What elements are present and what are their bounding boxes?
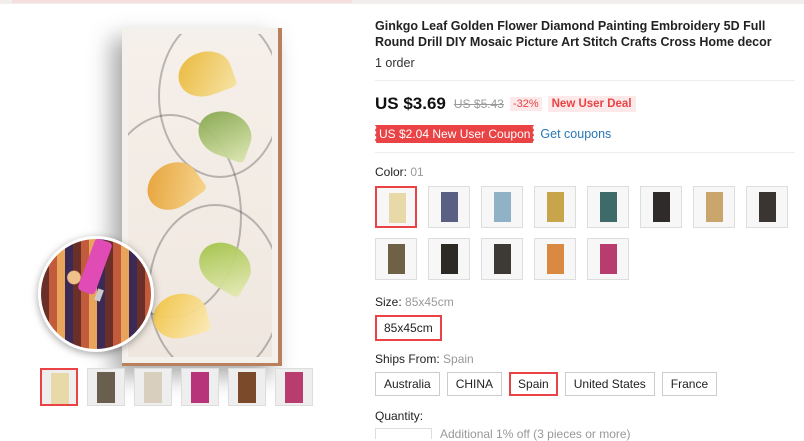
color-swatch-12[interactable] — [534, 238, 576, 280]
selected-size-value: 85x45cm — [405, 295, 454, 309]
color-label: Color: 01 — [375, 165, 424, 179]
quantity-stepper[interactable] — [375, 428, 432, 439]
order-count: 1 order — [375, 56, 415, 70]
discount-badge: -32% — [509, 97, 542, 111]
ships-from-china[interactable]: CHINA — [446, 372, 503, 396]
color-swatch-04[interactable] — [534, 186, 576, 228]
ships-from-label: Ships From: Spain — [375, 352, 474, 366]
quantity-label: Quantity: — [375, 409, 424, 423]
gallery-thumb-5[interactable] — [228, 368, 266, 406]
original-price: US $5.43 — [453, 97, 504, 111]
price-row: US $3.69 US $5.43 -32% New User Deal — [375, 94, 636, 114]
color-swatch-13[interactable] — [587, 238, 629, 280]
ships-from-spain[interactable]: Spain — [509, 372, 558, 396]
ships-from-united-states[interactable]: United States — [564, 372, 655, 396]
gallery-thumb-4[interactable] — [181, 368, 219, 406]
gallery-thumbnails — [40, 368, 313, 406]
new-user-coupon-tag[interactable]: US $2.04 New User Coupon — [373, 125, 535, 143]
top-bar — [0, 0, 804, 4]
product-info: Ginkgo Leaf Golden Flower Diamond Painti… — [375, 18, 795, 70]
gallery-thumb-2[interactable] — [87, 368, 125, 406]
product-gallery[interactable] — [8, 8, 348, 366]
color-swatch-10[interactable] — [428, 238, 470, 280]
size-option-85x45cm[interactable]: 85x45cm — [375, 315, 442, 341]
get-coupons-link[interactable]: Get coupons — [540, 127, 611, 141]
gallery-thumb-6[interactable] — [275, 368, 313, 406]
top-indicator — [12, 0, 352, 3]
divider — [375, 152, 795, 153]
coupon-row: US $2.04 New User Coupon Get coupons — [373, 125, 611, 143]
color-swatch-07[interactable] — [693, 186, 735, 228]
color-swatch-08[interactable] — [746, 186, 788, 228]
ships-from-france[interactable]: France — [661, 372, 718, 396]
current-price: US $3.69 — [375, 94, 446, 113]
color-swatch-01[interactable] — [375, 186, 417, 228]
selected-ships-from-value: Spain — [443, 352, 474, 366]
drill-pen — [77, 239, 113, 296]
color-swatch-06[interactable] — [640, 186, 682, 228]
ships-from-options: Australia CHINA Spain United States Fran… — [375, 372, 718, 396]
color-swatch-02[interactable] — [428, 186, 470, 228]
size-label: Size: 85x45cm — [375, 295, 454, 309]
color-swatch-09[interactable] — [375, 238, 417, 280]
selected-color-value: 01 — [410, 165, 424, 179]
gallery-thumb-3[interactable] — [134, 368, 172, 406]
product-title: Ginkgo Leaf Golden Flower Diamond Painti… — [375, 19, 772, 49]
color-swatches — [375, 186, 795, 280]
quantity-discount-note: Additional 1% off (3 pieces or more) — [440, 427, 631, 441]
color-swatch-03[interactable] — [481, 186, 523, 228]
color-swatch-05[interactable] — [587, 186, 629, 228]
new-user-deal-badge: New User Deal — [547, 96, 636, 112]
diamond-drill-closeup-image — [38, 236, 154, 352]
ships-from-australia[interactable]: Australia — [375, 372, 440, 396]
color-swatch-11[interactable] — [481, 238, 523, 280]
gallery-thumb-1[interactable] — [40, 368, 78, 406]
divider — [375, 80, 795, 81]
